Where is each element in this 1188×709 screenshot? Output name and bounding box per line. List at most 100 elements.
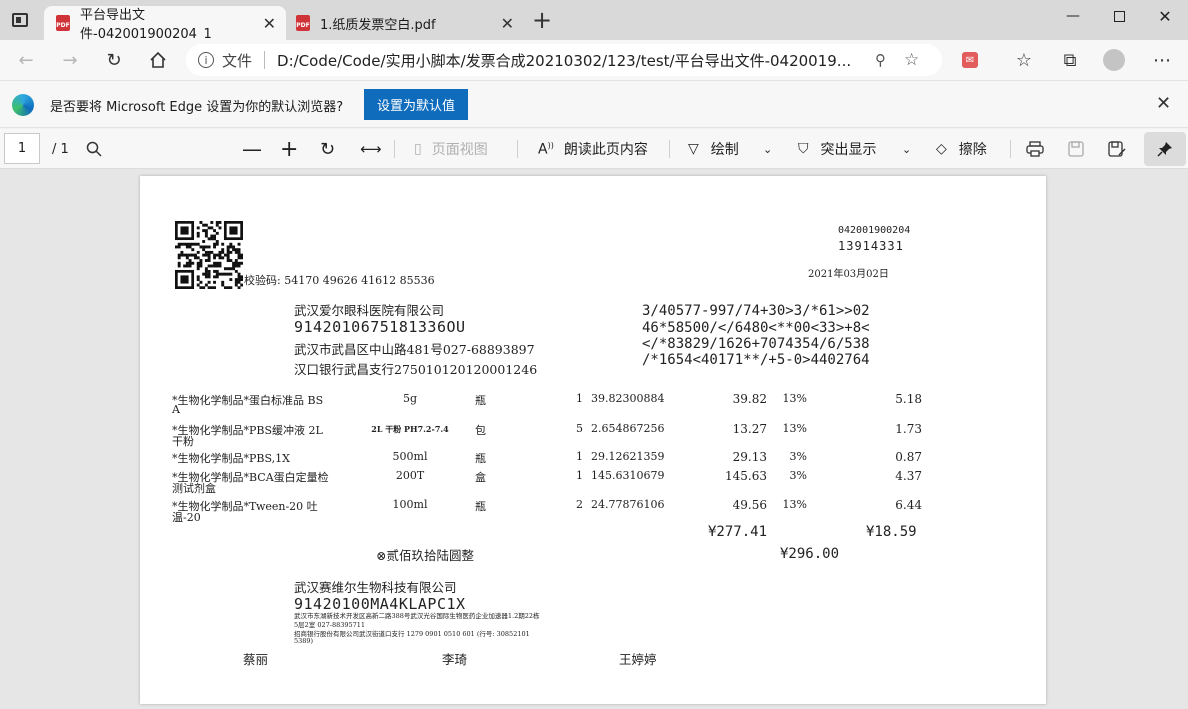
read-aloud-label: 朗读此页内容 [563,142,648,158]
highlight-label: 突出显示 [820,142,877,158]
info-icon[interactable]: i [198,52,214,68]
close-tab-icon[interactable]: ✕ [501,14,514,33]
refresh-icon[interactable]: ↻ [102,48,126,72]
pdf-icon: PDF [296,15,310,31]
home-icon[interactable] [146,48,170,72]
page-view-button[interactable]: ▯ 页面视图 [414,129,488,169]
close-window-icon[interactable]: ✕ [1142,0,1188,32]
item-amount: 49.56 [732,498,767,512]
pdf-toolbar: 1 / 1 — + ↻ ⟷ ▯ 页面视图 A)) 朗读此页内容 ▽ 绘制 ⌄ ⛉… [0,129,1188,169]
fit-width-icon[interactable]: ⟷ [360,129,382,169]
toolbar-divider [517,140,518,158]
toolbar-divider [669,140,670,158]
close-tab-icon[interactable]: ✕ [263,14,276,33]
page-total: / 1 [52,141,69,157]
save-icon[interactable] [1068,129,1084,169]
search-icon[interactable] [86,129,102,169]
read-aloud-button[interactable]: A)) 朗读此页内容 [538,129,648,169]
invoice-number: 13914331 [838,239,904,253]
favorite-add-icon[interactable]: ☆ [904,50,919,70]
tab-title: 平台导出文件-042001900204_1 [80,8,212,42]
invoice-page: 校验码: 54170 49626 41612 85536 04200190020… [140,176,1046,704]
item-spec: 200T [395,469,425,482]
item-rate: 13% [782,498,807,511]
rotate-icon[interactable]: ↻ [320,129,335,169]
window-menu-icon[interactable] [12,13,28,27]
item-name-continued: A [172,403,180,416]
buyer-bank: 汉口银行武昌支行275010120120001246 [294,362,538,377]
minimize-icon[interactable]: — [1050,0,1096,32]
back-icon[interactable]: ← [14,48,38,72]
address-bar[interactable]: i 文件 D:/Code/Code/实用小脚本/发票合成20210302/123… [186,44,942,76]
zoom-out-icon[interactable]: — [242,129,262,169]
total-in-figures: ¥296.00 [780,546,840,562]
item-price: 2.654867256 [591,422,665,435]
infobar-message: 是否要将 Microsoft Edge 设置为你的默认浏览器? [50,100,344,115]
more-menu-icon[interactable]: ⋯ [1150,48,1174,72]
item-price: 39.82300884 [591,392,665,405]
item-name: *生物化学制品*蛋白标准品 BS [172,394,324,407]
item-unit: 盒 [475,471,486,484]
collections-icon[interactable]: ⧉ [1058,48,1082,72]
item-unit: 包 [475,424,486,437]
item-spec: 100ml [392,498,428,511]
favorites-icon[interactable]: ☆ [1012,48,1036,72]
page-number-input[interactable]: 1 [4,133,40,164]
set-default-button[interactable]: 设置为默认值 [364,89,468,120]
highlight-button[interactable]: ⛉ 突出显示 [798,129,877,169]
draw-options-chevron-icon[interactable]: ⌄ [763,129,772,169]
forward-icon[interactable]: → [58,48,82,72]
save-as-icon[interactable] [1108,129,1126,169]
item-price: 29.12621359 [591,450,665,463]
address-scheme-label: 文件 [222,51,253,70]
tab-blank-pdf[interactable]: PDF 1.纸质发票空白.pdf ✕ [286,6,524,40]
total-amount: ¥277.41 [708,524,768,540]
seller-bank: 5389) [294,637,314,645]
item-rate: 13% [782,392,807,405]
reviewer: 李琦 [442,652,468,667]
buyer-name: 武汉爱尔眼科医院有限公司 [294,303,445,318]
new-tab-button[interactable]: + [530,8,554,32]
toolbar-divider [394,140,395,158]
address-text[interactable]: D:/Code/Code/实用小脚本/发票合成20210302/123/test… [277,50,857,71]
zoom-in-icon[interactable]: + [280,129,298,169]
cipher-line: </*83829/1626+7074354/6/538 [642,336,870,352]
profile-avatar[interactable] [1102,48,1126,72]
zoom-icon[interactable]: ⚲ [875,51,886,69]
item-qty: 1 [576,392,583,405]
item-price: 24.77876106 [591,498,665,511]
tab-invoice-pdf[interactable]: PDF 平台导出文件-042001900204_1 ✕ [44,6,286,42]
qr-code [175,221,243,289]
check-code: 校验码: 54170 49626 41612 85536 [244,274,435,287]
buyer-address: 武汉市武昌区中山路481号027-68893897 [294,342,535,357]
pdf-viewer[interactable]: 校验码: 54170 49626 41612 85536 04200190020… [0,169,1188,709]
item-tax: 5.18 [895,392,922,406]
item-unit: 瓶 [475,500,486,513]
close-infobar-icon[interactable]: ✕ [1156,93,1171,114]
highlight-icon: ⛉ [798,141,809,157]
item-rate: 3% [789,469,807,482]
erase-button[interactable]: ◇ 擦除 [936,129,987,169]
navigation-bar: ← → ↻ i 文件 D:/Code/Code/实用小脚本/发票合成202103… [0,40,1188,80]
item-tax: 4.37 [895,469,922,483]
pin-toolbar-icon[interactable] [1144,132,1186,166]
draw-label: 绘制 [710,142,739,158]
highlight-options-chevron-icon[interactable]: ⌄ [902,129,911,169]
item-qty: 1 [576,450,583,463]
maximize-icon[interactable] [1096,0,1142,32]
item-qty: 2 [576,498,583,511]
extension-icon[interactable]: ✉ [958,48,982,72]
print-icon[interactable] [1026,129,1044,169]
drawer: 王婷婷 [619,652,657,667]
item-amount: 13.27 [732,422,767,436]
item-amount: 145.63 [725,469,767,483]
invoice-code: 042001900204 [838,225,911,236]
edge-logo-icon [12,94,34,116]
seller-name: 武汉赛维尔生物科技有限公司 [294,580,457,595]
draw-button[interactable]: ▽ 绘制 [688,129,739,169]
page-view-label: 页面视图 [431,142,488,158]
item-amount: 39.82 [732,392,767,406]
erase-label: 擦除 [958,142,987,158]
item-spec: 5g [402,392,418,405]
total-in-words: ⊗贰佰玖拾陆圆整 [376,548,474,563]
